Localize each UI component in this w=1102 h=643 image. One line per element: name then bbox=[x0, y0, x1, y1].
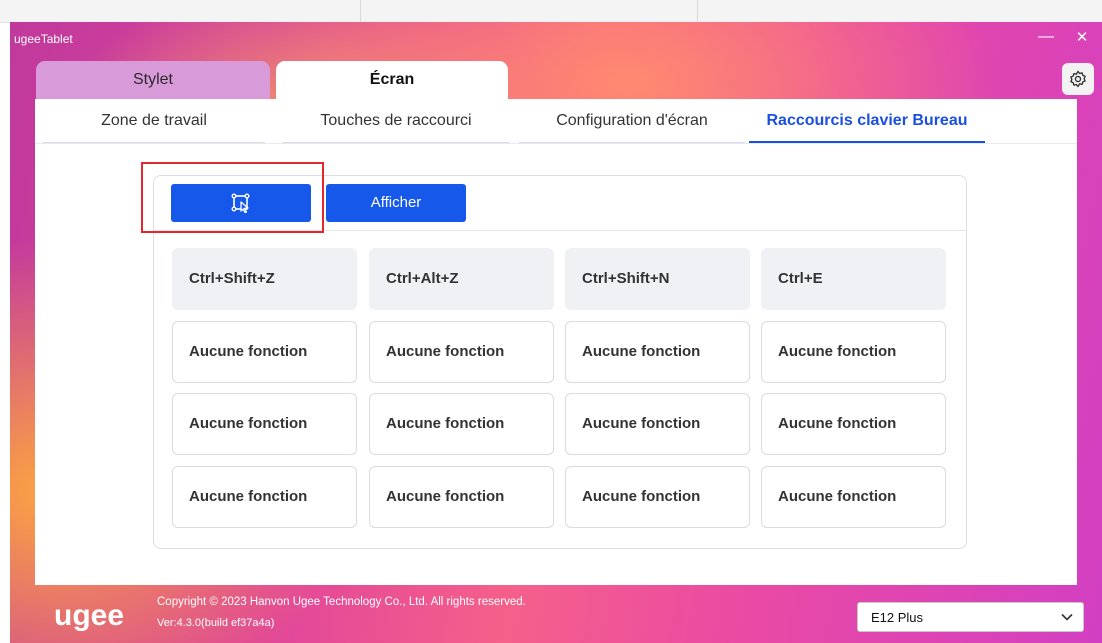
tab-raccourcis-clavier-bureau[interactable]: Raccourcis clavier Bureau bbox=[749, 99, 985, 143]
app-title: ugeeTablet bbox=[14, 32, 73, 46]
footer: ugee Copyright © 2023 Hanvon Ugee Techno… bbox=[10, 585, 1102, 643]
background-window-strip bbox=[0, 0, 1102, 23]
shortcut-key-cell[interactable]: Ctrl+Shift+N bbox=[565, 248, 750, 310]
copyright-text: Copyright © 2023 Hanvon Ugee Technology … bbox=[157, 596, 526, 608]
custom-region-button[interactable] bbox=[171, 184, 311, 222]
shortcut-function-cell[interactable]: Aucune fonction bbox=[565, 466, 750, 528]
device-select-value: E12 Plus bbox=[871, 610, 924, 625]
sub-tabs: Zone de travail Touches de raccourci Con… bbox=[35, 99, 1077, 144]
shortcut-function-cell[interactable]: Aucune fonction bbox=[565, 321, 750, 383]
shortcut-function-cell[interactable]: Aucune fonction bbox=[369, 393, 554, 455]
app-window: ugeeTablet — ✕ Stylet Écran Zone de trav… bbox=[10, 22, 1102, 643]
shortcut-function-cell[interactable]: Aucune fonction bbox=[172, 466, 357, 528]
afficher-button[interactable]: Afficher bbox=[326, 184, 466, 222]
logo-text: ugee bbox=[54, 599, 124, 632]
tab-zone-de-travail[interactable]: Zone de travail bbox=[43, 99, 265, 143]
custom-region-icon bbox=[231, 193, 250, 213]
content-panel: Zone de travail Touches de raccourci Con… bbox=[35, 99, 1077, 585]
tab-ecran[interactable]: Écran bbox=[276, 61, 508, 99]
title-bar: ugeeTablet — ✕ bbox=[10, 22, 1102, 60]
shortcut-card: Afficher Ctrl+Shift+Z Ctrl+Alt+Z Ctrl+Shif… bbox=[153, 175, 967, 549]
close-button[interactable]: ✕ bbox=[1072, 28, 1092, 48]
ugee-logo: ugee bbox=[54, 599, 124, 632]
tab-touches-de-raccourci[interactable]: Touches de raccourci bbox=[283, 99, 509, 143]
settings-button[interactable] bbox=[1062, 63, 1094, 95]
background-column-divider bbox=[360, 0, 361, 22]
gear-icon bbox=[1070, 70, 1086, 88]
shortcut-function-cell[interactable]: Aucune fonction bbox=[761, 466, 946, 528]
card-toolbar: Afficher bbox=[154, 176, 966, 231]
version-text: Ver:4.3.0(build ef37a4a) bbox=[157, 617, 275, 629]
shortcut-function-cell[interactable]: Aucune fonction bbox=[172, 321, 357, 383]
shortcut-function-cell[interactable]: Aucune fonction bbox=[565, 393, 750, 455]
shortcut-function-cell[interactable]: Aucune fonction bbox=[761, 321, 946, 383]
tab-configuration-ecran[interactable]: Configuration d'écran bbox=[519, 99, 745, 143]
shortcut-key-cell[interactable]: Ctrl+Alt+Z bbox=[369, 248, 554, 310]
shortcut-key-cell[interactable]: Ctrl+Shift+Z bbox=[172, 248, 357, 310]
chevron-down-icon bbox=[1061, 613, 1073, 621]
shortcut-function-cell[interactable]: Aucune fonction bbox=[172, 393, 357, 455]
shortcut-function-cell[interactable]: Aucune fonction bbox=[761, 393, 946, 455]
shortcut-key-cell[interactable]: Ctrl+E bbox=[761, 248, 946, 310]
minimize-button[interactable]: — bbox=[1036, 28, 1056, 48]
device-select[interactable]: E12 Plus bbox=[857, 602, 1084, 632]
shortcut-function-cell[interactable]: Aucune fonction bbox=[369, 466, 554, 528]
background-column-divider bbox=[697, 0, 698, 22]
shortcut-function-cell[interactable]: Aucune fonction bbox=[369, 321, 554, 383]
tab-stylet[interactable]: Stylet bbox=[36, 61, 270, 99]
